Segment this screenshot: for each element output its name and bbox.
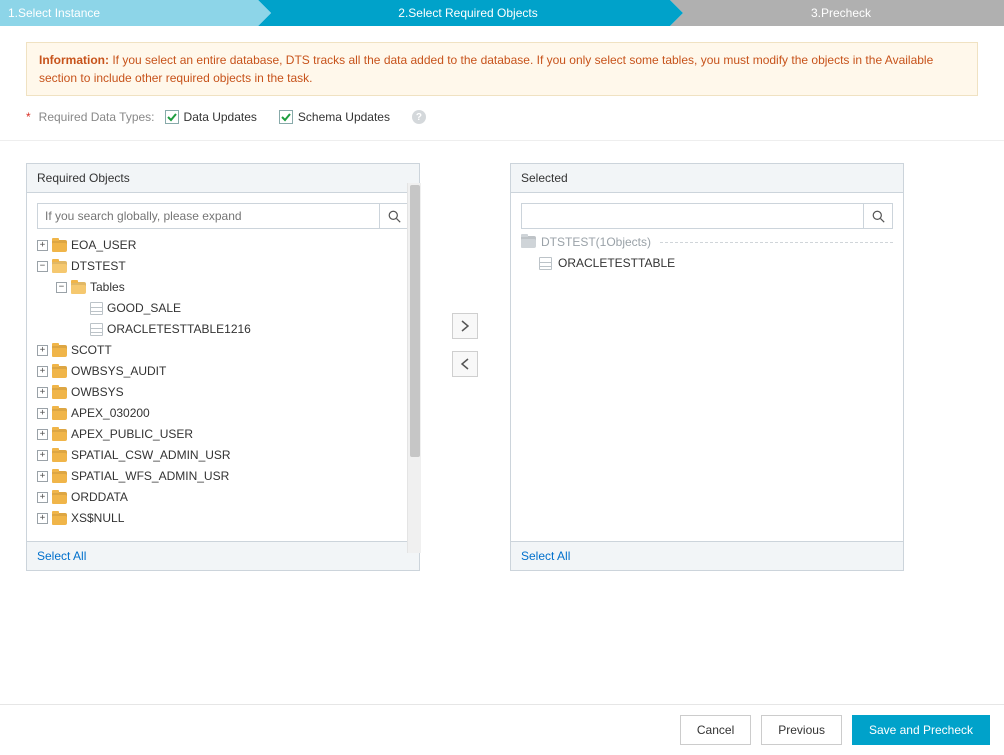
move-left-button[interactable] [452,351,478,377]
search-icon [872,210,885,223]
folder-icon [52,450,67,462]
checkbox-data-updates-label: Data Updates [184,110,257,124]
selected-group[interactable]: DTSTEST(1Objects) [521,235,893,249]
footer-bar: Cancel Previous Save and Precheck [0,704,1004,755]
required-objects-panel: Required Objects +EOA_USER −DTSTEST −Tab… [26,163,420,571]
tree-label: OWBSYS_AUDIT [71,361,166,382]
folder-icon [52,513,67,525]
tree-label: XS$NULL [71,508,124,529]
folder-icon [52,429,67,441]
tree-node-orddata[interactable]: +ORDDATA [37,487,409,508]
required-objects-title: Required Objects [27,164,419,193]
folder-icon [52,408,67,420]
info-text: If you select an entire database, DTS tr… [39,53,933,85]
info-banner: Information: If you select an entire dat… [26,42,978,96]
required-data-types-label: Required Data Types: [39,110,155,124]
step-2-label: 2.Select Required Objects [398,6,537,20]
check-icon [165,110,179,124]
tree-node-good-sale[interactable]: GOOD_SALE [75,298,409,319]
scrollbar-thumb[interactable] [410,185,420,457]
folder-icon [52,387,67,399]
help-icon[interactable]: ? [412,110,426,124]
tree-label: APEX_PUBLIC_USER [71,424,193,445]
select-all-right[interactable]: Select All [521,549,570,563]
tree-label: GOOD_SALE [107,298,181,319]
scrollbar[interactable] [407,183,421,553]
folder-grey-icon [521,236,536,248]
tree-label: DTSTEST [71,256,126,277]
selected-search-input[interactable] [521,203,863,229]
info-section: Information: If you select an entire dat… [0,26,1004,141]
folder-open-icon [52,261,67,273]
step-3: 3.Precheck [670,0,1004,26]
search-button[interactable] [379,203,409,229]
selected-search-button[interactable] [863,203,893,229]
required-data-types-row: * Required Data Types: Data Updates Sche… [26,110,978,124]
step-2: 2.Select Required Objects [258,0,670,26]
tree-label: ORDDATA [71,487,128,508]
search-icon [388,210,401,223]
tree-label: EOA_USER [71,235,136,256]
save-precheck-button[interactable]: Save and Precheck [852,715,990,745]
cancel-button[interactable]: Cancel [680,715,751,745]
selected-item[interactable]: ORACLETESTTABLE [521,253,893,274]
tree-label: APEX_030200 [71,403,150,424]
tree-node-tables[interactable]: −Tables [56,277,409,298]
select-all-left[interactable]: Select All [37,549,86,563]
tree-node-spatial-csw[interactable]: +SPATIAL_CSW_ADMIN_USR [37,445,409,466]
tree-node-spatial-wfs[interactable]: +SPATIAL_WFS_ADMIN_USR [37,466,409,487]
check-icon [279,110,293,124]
table-icon [90,323,103,336]
chevron-left-icon [461,358,469,370]
selected-item-label: ORACLETESTTABLE [558,253,675,274]
folder-icon [52,366,67,378]
folder-icon [52,240,67,252]
step-1[interactable]: 1.Select Instance [0,0,258,26]
search-input[interactable] [37,203,379,229]
info-label: Information: [39,53,109,67]
tree-node-xsnull[interactable]: +XS$NULL [37,508,409,529]
tree-label: SPATIAL_CSW_ADMIN_USR [71,445,231,466]
table-icon [90,302,103,315]
selected-title: Selected [511,164,903,193]
required-asterisk: * [26,110,31,124]
transfer-controls [420,163,510,377]
move-right-button[interactable] [452,313,478,339]
folder-icon [52,492,67,504]
selected-panel: Selected DTSTEST(1Objects) ORACLETESTTAB… [510,163,904,571]
object-tree: +EOA_USER −DTSTEST −Tables GOOD_SALE ORA… [37,235,409,529]
chevron-right-icon [461,320,469,332]
tree-label: ORACLETESTTABLE1216 [107,319,251,340]
transfer-wrap: Required Objects +EOA_USER −DTSTEST −Tab… [0,141,1004,571]
tree-scroll[interactable]: +EOA_USER −DTSTEST −Tables GOOD_SALE ORA… [37,235,409,531]
tree-node-apex-030200[interactable]: +APEX_030200 [37,403,409,424]
tree-label: SPATIAL_WFS_ADMIN_USR [71,466,229,487]
previous-button[interactable]: Previous [761,715,842,745]
table-icon [539,257,552,270]
folder-icon [52,471,67,483]
tree-label: Tables [90,277,125,298]
step-1-label: 1.Select Instance [8,6,100,20]
tree-label: SCOTT [71,340,112,361]
step-3-label: 3.Precheck [811,6,871,20]
tree-node-owbsys-audit[interactable]: +OWBSYS_AUDIT [37,361,409,382]
folder-icon [52,345,67,357]
checkbox-schema-updates-label: Schema Updates [298,110,390,124]
tree-node-oracletesttable1216[interactable]: ORACLETESTTABLE1216 [75,319,409,340]
folder-open-icon [71,282,86,294]
group-dash-line [660,242,893,243]
tree-node-apex-public-user[interactable]: +APEX_PUBLIC_USER [37,424,409,445]
tree-label: OWBSYS [71,382,124,403]
tree-node-owbsys[interactable]: +OWBSYS [37,382,409,403]
checkbox-data-updates[interactable]: Data Updates [165,110,257,124]
tree-node-dtstest[interactable]: −DTSTEST [37,256,409,277]
step-bar: 1.Select Instance 2.Select Required Obje… [0,0,1004,26]
checkbox-schema-updates[interactable]: Schema Updates [279,110,390,124]
tree-node-scott[interactable]: +SCOTT [37,340,409,361]
selected-group-label: DTSTEST(1Objects) [541,235,651,249]
tree-node-eoa-user[interactable]: +EOA_USER [37,235,409,256]
